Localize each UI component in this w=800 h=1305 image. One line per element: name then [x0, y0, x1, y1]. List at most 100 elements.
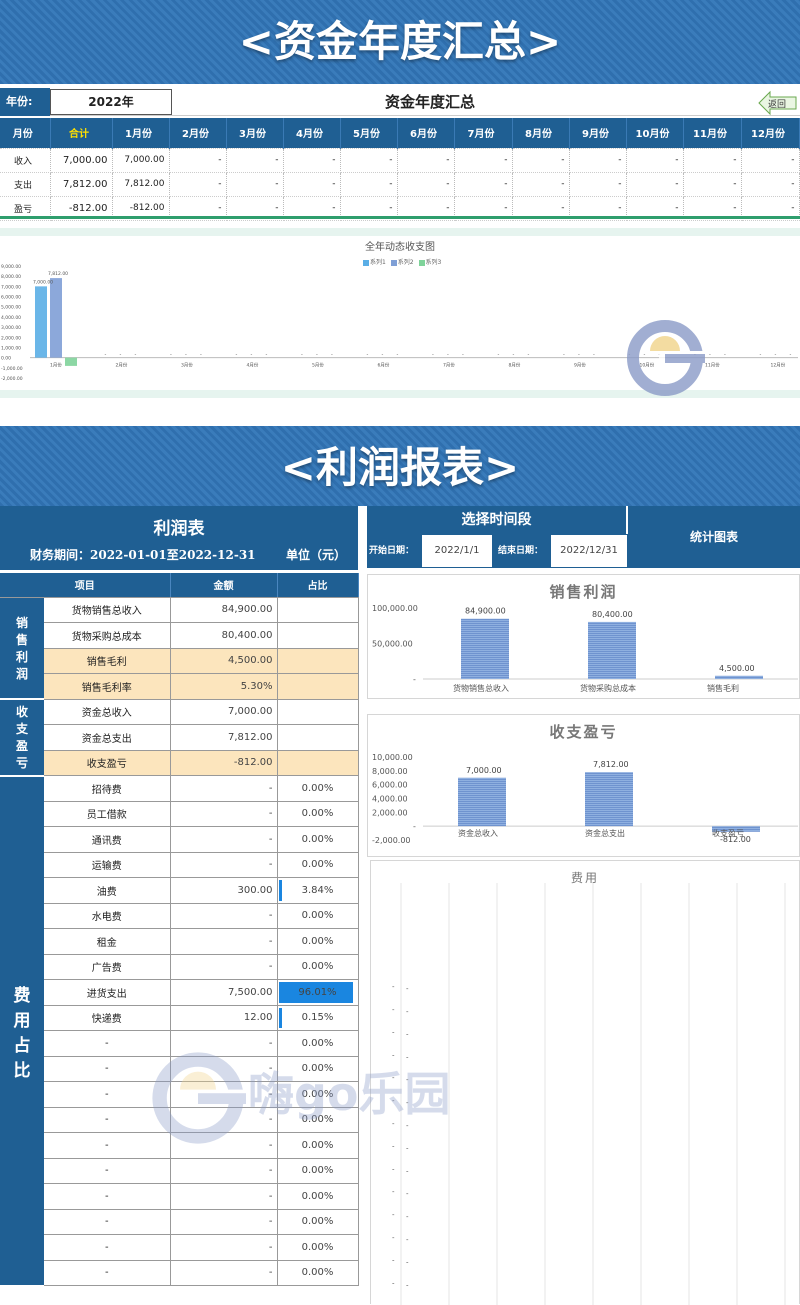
summary-month-cell: -: [454, 172, 513, 197]
annual-zero-label: -: [105, 352, 107, 358]
summary-month-cell: 7,812.00: [112, 172, 170, 197]
profit-share-text: 3.84%: [301, 884, 334, 896]
profit-item-label: -: [44, 1183, 171, 1210]
teal-strip-top: [0, 228, 800, 236]
profit-share-cell: [277, 724, 359, 751]
summary-month-cell: -: [169, 148, 227, 173]
share-bar: [278, 880, 282, 901]
profit-amount-cell: -: [170, 1209, 278, 1235]
profit-item-label: -: [44, 1260, 171, 1286]
profit-amount-cell: 7,812.00: [170, 724, 278, 751]
summary-month-cell: -: [683, 148, 742, 173]
profit-item-label: 招待费: [44, 775, 171, 802]
sales-y-tick-label: 50,000.00: [372, 640, 413, 649]
summary-month-cell: -: [283, 148, 341, 173]
sales-x-tick-label: 货物销售总收入: [453, 683, 509, 693]
annual-zero-label: -: [316, 352, 318, 358]
annual-zero-label: -: [185, 352, 187, 358]
annual-x-tick-label: 3月份: [181, 362, 193, 369]
profit-amount-cell: -: [170, 1260, 278, 1286]
profit-row: 收 支 盈 亏资金总收入 7,000.00: [0, 699, 359, 777]
summary-header-cell: 8月份: [512, 118, 570, 149]
summary-header-cell: 3月份: [226, 118, 284, 149]
profit-amount-cell: -: [170, 801, 278, 827]
watermark: 嗨go乐园: [150, 1050, 451, 1149]
profit-item-label: -: [44, 1158, 171, 1184]
annual-x-tick-label: 5月份: [312, 362, 324, 369]
end-date-input[interactable]: 2022/12/31: [551, 535, 627, 567]
annual-x-tick-label: 7月份: [443, 362, 455, 369]
profit-amount-cell: -: [170, 1234, 278, 1261]
table-divider: [0, 216, 800, 219]
year-select[interactable]: 2022年: [50, 89, 172, 115]
annual-y-tick-label: -2,000.00: [1, 376, 23, 382]
annual-zero-label: -: [382, 352, 384, 358]
profit-item-label: 广告费: [44, 954, 171, 980]
expense-row: - - 0.00%: [0, 1260, 359, 1286]
profit-row: 销售毛利 4,500.00: [0, 648, 359, 674]
summary-total-cell: 7,000.00: [50, 148, 113, 173]
summary-header-cell: 6月份: [397, 118, 455, 149]
profit-share-cell: 96.01%: [277, 979, 359, 1006]
summary-month-cell: -: [454, 148, 513, 173]
year-label: 年份:: [0, 88, 50, 116]
profit-amount-cell: -: [170, 954, 278, 980]
annual-zero-label: -: [528, 352, 530, 358]
annual-x-tick-label: 8月份: [509, 362, 521, 369]
expense-row: 员工借款 - 0.00%: [0, 801, 359, 827]
profit-share-cell: 0.00%: [277, 852, 359, 878]
profit-share-cell: 3.84%: [277, 877, 359, 904]
profit-item-label: 货物销售总收入: [44, 597, 171, 623]
profit-share-text: 0.00%: [301, 1139, 334, 1151]
end-date-label: 结束日期：: [498, 546, 544, 556]
summary-total-cell: 7,812.00: [50, 172, 113, 197]
summary-header-cell: 4月份: [283, 118, 341, 149]
profit-amount-cell: -812.00: [170, 750, 278, 776]
profit-item-label: 水电费: [44, 903, 171, 929]
back-label: 返回: [768, 100, 787, 110]
annual-y-tick-label: 1,000.00: [1, 345, 21, 351]
profit-header-item: 项目: [0, 573, 171, 598]
annual-y-tick-label: 8,000.00: [1, 274, 21, 280]
expense-row: 快递费 12.00 0.15%: [0, 1005, 359, 1031]
sales-x-tick-label: 货物采购总成本: [580, 683, 636, 693]
profit-share-cell: 0.00%: [277, 903, 359, 929]
start-date-input[interactable]: 2022/1/1: [422, 535, 492, 567]
expense-row: 进货支出 7,500.00 96.01%: [0, 979, 359, 1006]
summary-month-cell: -: [512, 172, 570, 197]
profit-amount-cell: 7,500.00: [170, 979, 278, 1006]
watermark-text: 嗨go乐园: [248, 1067, 451, 1121]
profit-item-label: 销售毛利率: [44, 673, 171, 700]
summary-header-row: 月份 合计 1月份 2月份 3月份 4月份 5月份 6月份 7月份 8月份 9月份 10月份 11月份 1…: [0, 118, 800, 149]
stat-chart-button[interactable]: 统计图表: [628, 506, 800, 568]
annual-zero-label: -: [760, 352, 762, 358]
annual-x-tick-label: 9月份: [574, 362, 586, 369]
annual-zero-label: -: [593, 352, 595, 358]
profit-share-cell: 0.00%: [277, 775, 359, 802]
start-date-label: 开始日期：: [369, 546, 415, 556]
sales-y-tick-label: 100,000.00: [372, 604, 418, 613]
profit-share-cell: [277, 622, 359, 649]
profit-share-cell: 0.00%: [277, 1132, 359, 1159]
summary-header-cell: 7月份: [454, 118, 513, 149]
annual-zero-label: -: [432, 352, 434, 358]
annual-zero-label: -: [447, 352, 449, 358]
profit-share-text: 0.00%: [301, 961, 334, 973]
profit-category: 销 售 利 润: [0, 597, 44, 700]
profit-row: 销 售 利 润货物销售总收入 84,900.00: [0, 597, 359, 700]
expense-value-dash: -: [406, 1281, 409, 1289]
expense-value-dash: -: [406, 1031, 409, 1039]
summary-header-cell: 5月份: [340, 118, 398, 149]
annual-y-tick-label: -1,000.00: [1, 366, 23, 372]
balance-y-tick-label: 4,000.00: [372, 795, 408, 804]
summary-header-cell: 9月份: [569, 118, 627, 149]
expense-value-dash: -: [406, 1259, 409, 1267]
profit-item-label: 销售毛利: [44, 648, 171, 674]
expense-value-dash: -: [406, 1190, 409, 1198]
back-button[interactable]: 返回: [758, 90, 798, 116]
balance-x-tick-label: 收支盈亏: [712, 828, 744, 838]
annual-y-tick-label: 4,000.00: [1, 315, 21, 321]
expense-row: 水电费 - 0.00%: [0, 903, 359, 929]
profit-share-cell: 0.00%: [277, 1158, 359, 1184]
annual-zero-label: -: [251, 352, 253, 358]
